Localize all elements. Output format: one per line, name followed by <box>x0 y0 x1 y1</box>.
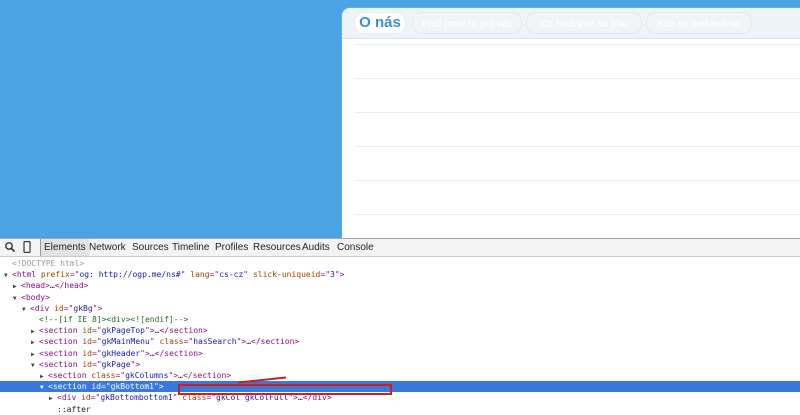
dom-node-text: <section class="gkColumns">…</section> <box>48 371 232 380</box>
devtools-tab-elements[interactable]: Elements <box>40 239 89 256</box>
tab-label: Proč jsme tu pro vás <box>421 19 513 30</box>
dom-node-text: <head>…</head> <box>21 281 89 291</box>
tab-o-nas[interactable]: O nás <box>354 12 406 34</box>
dom-node-text: <div id="gkBg"> <box>30 303 103 313</box>
dom-node-text: <section id="gkBottom1"> <box>48 382 164 392</box>
divider <box>355 180 800 181</box>
dom-node-text: ::after <box>57 404 91 414</box>
tab-co-hledame[interactable]: Co hledáme na trhu <box>526 12 642 34</box>
devtools-toolbar: Elements Network Sources Timeline Profil… <box>0 239 800 257</box>
search-icon[interactable] <box>4 241 16 253</box>
devtools-tab-network[interactable]: Network <box>86 239 129 256</box>
dom-node[interactable]: ▶ <head>…</head> <box>0 280 800 291</box>
dom-node[interactable]: ▼ <body> <box>0 292 800 303</box>
tab-kde-se-setkavame[interactable]: Kde se setkáváme <box>646 12 752 34</box>
devtools-tab-sources[interactable]: Sources <box>129 239 172 256</box>
divider <box>355 78 800 79</box>
dom-node[interactable]: ::after <box>0 404 800 415</box>
divider <box>355 112 800 113</box>
dom-node-text: <section id="gkPage"> <box>39 359 141 369</box>
devtools-tab-resources[interactable]: Resources <box>250 239 304 256</box>
dom-node-text: <body> <box>21 292 50 302</box>
dom-node[interactable]: ▶ <section id="gkHeader">…</section> <box>0 348 800 359</box>
dom-node-selected[interactable]: ▼ <section id="gkBottom1"> <box>0 381 800 393</box>
devtools-panel: Elements Network Sources Timeline Profil… <box>0 238 800 415</box>
content-lines <box>355 44 800 238</box>
tab-proc-jsme-tu[interactable]: Proč jsme tu pro vás <box>412 12 522 34</box>
dom-node[interactable]: <!DOCTYPE html> <box>0 258 800 269</box>
dom-node[interactable]: ▶ <section id="gkMainMenu" class="hasSear… <box>0 336 800 347</box>
device-mode-icon[interactable] <box>22 241 32 253</box>
devtools-tab-profiles[interactable]: Profiles <box>212 239 251 256</box>
dom-node[interactable]: ▼ <html prefix="og: http://ogp.me/ns#" la… <box>0 269 800 280</box>
divider <box>355 146 800 147</box>
dom-node-text: <section id="gkMainMenu" class="hasSearc… <box>39 337 300 347</box>
devtools-tab-timeline[interactable]: Timeline <box>169 239 212 256</box>
dom-node[interactable]: ▶ <section id="gkPageTop">…</section> <box>0 325 800 336</box>
devtools-tab-console[interactable]: Console <box>334 239 377 256</box>
dom-node[interactable]: ▼ <div id="gkBg"> <box>0 303 800 314</box>
dom-node-text: <!DOCTYPE html> <box>12 259 85 268</box>
dom-node[interactable]: ▼ <section id="gkPage"> <box>0 359 800 370</box>
devtools-tab-audits[interactable]: Audits <box>299 239 333 256</box>
dom-node-text: <section id="gkHeader">…</section> <box>39 348 203 358</box>
annotation-highlight-box <box>178 384 392 395</box>
dom-node[interactable]: ▶ <div id="gkBottombottom1" class="gkCol … <box>0 392 800 403</box>
dom-node-text: <!--[if IE 8]><div><![endif]--> <box>39 315 189 324</box>
dom-tree: <!DOCTYPE html> ▼ <html prefix="og: http:/… <box>0 258 800 415</box>
dom-node-text: <html prefix="og: http://ogp.me/ns#" lan… <box>12 270 345 280</box>
dom-node[interactable]: <!--[if IE 8]><div><![endif]--> <box>0 314 800 325</box>
tab-label: Kde se setkáváme <box>657 19 741 30</box>
divider <box>355 214 800 215</box>
divider <box>355 44 800 45</box>
tab-label: Co hledáme na trhu <box>540 19 628 30</box>
dom-node[interactable]: ▶ <section class="gkColumns">…</section> <box>0 370 800 381</box>
dom-node-text: <section id="gkPageTop">…</section> <box>39 326 208 336</box>
